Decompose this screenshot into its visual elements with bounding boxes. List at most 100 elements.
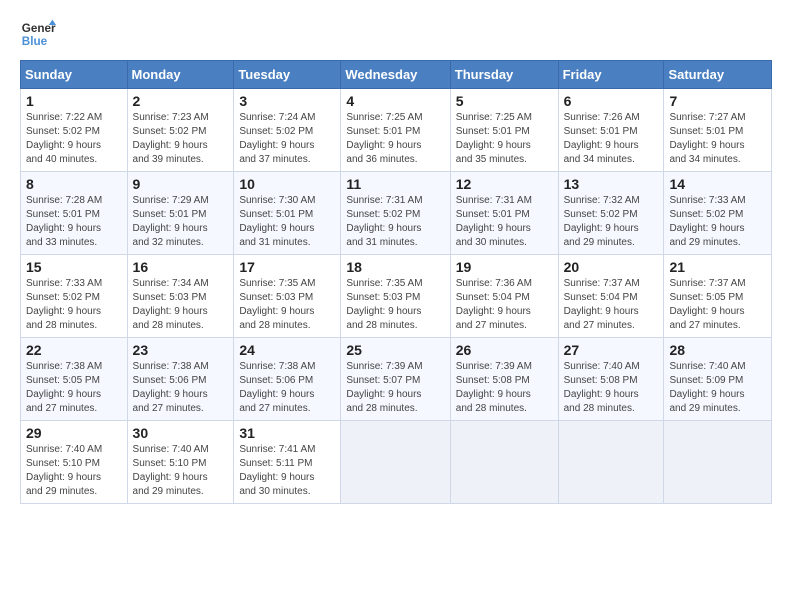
weekday-header-tuesday: Tuesday [234, 61, 341, 89]
day-number: 18 [346, 259, 444, 275]
day-info: Sunrise: 7:40 AM Sunset: 5:09 PM Dayligh… [669, 360, 766, 416]
day-info: Sunrise: 7:29 AM Sunset: 5:01 PM Dayligh… [133, 194, 229, 250]
calendar-week-3: 15 Sunrise: 7:33 AM Sunset: 5:02 PM Dayli… [21, 255, 772, 338]
day-number: 13 [564, 176, 659, 192]
calendar-day-8: 8 Sunrise: 7:28 AM Sunset: 5:01 PM Daylig… [21, 172, 128, 255]
weekday-header-friday: Friday [558, 61, 664, 89]
day-info: Sunrise: 7:38 AM Sunset: 5:06 PM Dayligh… [133, 360, 229, 416]
svg-text:Blue: Blue [22, 35, 48, 48]
day-info: Sunrise: 7:39 AM Sunset: 5:08 PM Dayligh… [456, 360, 553, 416]
day-number: 31 [239, 425, 335, 441]
day-info: Sunrise: 7:31 AM Sunset: 5:01 PM Dayligh… [456, 194, 553, 250]
day-info: Sunrise: 7:33 AM Sunset: 5:02 PM Dayligh… [669, 194, 766, 250]
day-info: Sunrise: 7:34 AM Sunset: 5:03 PM Dayligh… [133, 277, 229, 333]
calendar-day-22: 22Sunrise: 7:38 AM Sunset: 5:05 PM Dayli… [21, 338, 128, 421]
day-number: 9 [133, 176, 229, 192]
day-number: 26 [456, 342, 553, 358]
day-number: 16 [133, 259, 229, 275]
day-info: Sunrise: 7:39 AM Sunset: 5:07 PM Dayligh… [346, 360, 444, 416]
calendar-day-24: 24Sunrise: 7:38 AM Sunset: 5:06 PM Dayli… [234, 338, 341, 421]
calendar-day-25: 25 Sunrise: 7:39 AM Sunset: 5:07 PM Dayli… [341, 338, 450, 421]
logo: General Blue [20, 16, 56, 52]
calendar-day-1: 1 Sunrise: 7:22 AM Sunset: 5:02 PM Daylig… [21, 89, 128, 172]
calendar-day-31: 31 Sunrise: 7:41 AM Sunset: 5:11 PM Dayli… [234, 421, 341, 504]
day-number: 7 [669, 93, 766, 109]
day-info: Sunrise: 7:25 AM Sunset: 5:01 PM Dayligh… [456, 111, 553, 167]
calendar-week-1: 1 Sunrise: 7:22 AM Sunset: 5:02 PM Daylig… [21, 89, 772, 172]
calendar-day-14: 14 Sunrise: 7:33 AM Sunset: 5:02 PM Dayli… [664, 172, 772, 255]
day-number: 30 [133, 425, 229, 441]
calendar-day-17: 17 Sunrise: 7:35 AM Sunset: 5:03 PM Dayli… [234, 255, 341, 338]
day-info: Sunrise: 7:37 AM Sunset: 5:04 PM Dayligh… [564, 277, 659, 333]
day-number: 22 [26, 342, 122, 358]
day-info: Sunrise: 7:35 AM Sunset: 5:03 PM Dayligh… [239, 277, 335, 333]
calendar-day-12: 12 Sunrise: 7:31 AM Sunset: 5:01 PM Dayli… [450, 172, 558, 255]
calendar-day-15: 15 Sunrise: 7:33 AM Sunset: 5:02 PM Dayli… [21, 255, 128, 338]
calendar-day-28: 28Sunrise: 7:40 AM Sunset: 5:09 PM Dayli… [664, 338, 772, 421]
day-info: Sunrise: 7:27 AM Sunset: 5:01 PM Dayligh… [669, 111, 766, 167]
weekday-header-wednesday: Wednesday [341, 61, 450, 89]
day-number: 20 [564, 259, 659, 275]
day-info: Sunrise: 7:35 AM Sunset: 5:03 PM Dayligh… [346, 277, 444, 333]
calendar-day-29: 29Sunrise: 7:40 AM Sunset: 5:10 PM Dayli… [21, 421, 128, 504]
day-number: 27 [564, 342, 659, 358]
day-number: 23 [133, 342, 229, 358]
day-number: 11 [346, 176, 444, 192]
day-info: Sunrise: 7:36 AM Sunset: 5:04 PM Dayligh… [456, 277, 553, 333]
calendar-day-30: 30 Sunrise: 7:40 AM Sunset: 5:10 PM Dayli… [127, 421, 234, 504]
weekday-header-thursday: Thursday [450, 61, 558, 89]
calendar-day-19: 19 Sunrise: 7:36 AM Sunset: 5:04 PM Dayli… [450, 255, 558, 338]
day-info: Sunrise: 7:26 AM Sunset: 5:01 PM Dayligh… [564, 111, 659, 167]
day-number: 4 [346, 93, 444, 109]
calendar-empty [558, 421, 664, 504]
day-info: Sunrise: 7:38 AM Sunset: 5:06 PM Dayligh… [239, 360, 335, 416]
day-info: Sunrise: 7:30 AM Sunset: 5:01 PM Dayligh… [239, 194, 335, 250]
calendar-day-7: 7 Sunrise: 7:27 AM Sunset: 5:01 PM Daylig… [664, 89, 772, 172]
day-number: 3 [239, 93, 335, 109]
day-info: Sunrise: 7:28 AM Sunset: 5:01 PM Dayligh… [26, 194, 122, 250]
calendar-day-13: 13 Sunrise: 7:32 AM Sunset: 5:02 PM Dayli… [558, 172, 664, 255]
weekday-header-saturday: Saturday [664, 61, 772, 89]
day-info: Sunrise: 7:40 AM Sunset: 5:10 PM Dayligh… [133, 443, 229, 499]
day-info: Sunrise: 7:40 AM Sunset: 5:08 PM Dayligh… [564, 360, 659, 416]
day-number: 17 [239, 259, 335, 275]
calendar-day-20: 20 Sunrise: 7:37 AM Sunset: 5:04 PM Dayli… [558, 255, 664, 338]
calendar-empty [341, 421, 450, 504]
calendar-day-10: 10 Sunrise: 7:30 AM Sunset: 5:01 PM Dayli… [234, 172, 341, 255]
day-info: Sunrise: 7:25 AM Sunset: 5:01 PM Dayligh… [346, 111, 444, 167]
day-info: Sunrise: 7:37 AM Sunset: 5:05 PM Dayligh… [669, 277, 766, 333]
calendar-table: SundayMondayTuesdayWednesdayThursdayFrid… [20, 60, 772, 504]
day-number: 12 [456, 176, 553, 192]
calendar-day-6: 6 Sunrise: 7:26 AM Sunset: 5:01 PM Daylig… [558, 89, 664, 172]
day-info: Sunrise: 7:40 AM Sunset: 5:10 PM Dayligh… [26, 443, 122, 499]
calendar-day-16: 16 Sunrise: 7:34 AM Sunset: 5:03 PM Dayli… [127, 255, 234, 338]
day-number: 8 [26, 176, 122, 192]
day-info: Sunrise: 7:22 AM Sunset: 5:02 PM Dayligh… [26, 111, 122, 167]
calendar-day-26: 26 Sunrise: 7:39 AM Sunset: 5:08 PM Dayli… [450, 338, 558, 421]
page-header: General Blue [20, 16, 772, 52]
day-number: 21 [669, 259, 766, 275]
calendar-day-4: 4 Sunrise: 7:25 AM Sunset: 5:01 PM Daylig… [341, 89, 450, 172]
day-number: 14 [669, 176, 766, 192]
calendar-day-18: 18 Sunrise: 7:35 AM Sunset: 5:03 PM Dayli… [341, 255, 450, 338]
logo-icon: General Blue [20, 16, 56, 52]
day-number: 25 [346, 342, 444, 358]
weekday-header-monday: Monday [127, 61, 234, 89]
calendar-empty [664, 421, 772, 504]
weekday-header-sunday: Sunday [21, 61, 128, 89]
day-info: Sunrise: 7:24 AM Sunset: 5:02 PM Dayligh… [239, 111, 335, 167]
day-info: Sunrise: 7:41 AM Sunset: 5:11 PM Dayligh… [239, 443, 335, 499]
calendar-day-2: 2Sunrise: 7:23 AM Sunset: 5:02 PM Daylig… [127, 89, 234, 172]
calendar-day-9: 9 Sunrise: 7:29 AM Sunset: 5:01 PM Daylig… [127, 172, 234, 255]
day-info: Sunrise: 7:33 AM Sunset: 5:02 PM Dayligh… [26, 277, 122, 333]
day-info: Sunrise: 7:32 AM Sunset: 5:02 PM Dayligh… [564, 194, 659, 250]
day-number: 19 [456, 259, 553, 275]
header-row: SundayMondayTuesdayWednesdayThursdayFrid… [21, 61, 772, 89]
calendar-week-2: 8 Sunrise: 7:28 AM Sunset: 5:01 PM Daylig… [21, 172, 772, 255]
day-info: Sunrise: 7:23 AM Sunset: 5:02 PM Dayligh… [133, 111, 229, 167]
day-info: Sunrise: 7:31 AM Sunset: 5:02 PM Dayligh… [346, 194, 444, 250]
day-number: 15 [26, 259, 122, 275]
day-number: 6 [564, 93, 659, 109]
day-number: 1 [26, 93, 122, 109]
day-number: 10 [239, 176, 335, 192]
